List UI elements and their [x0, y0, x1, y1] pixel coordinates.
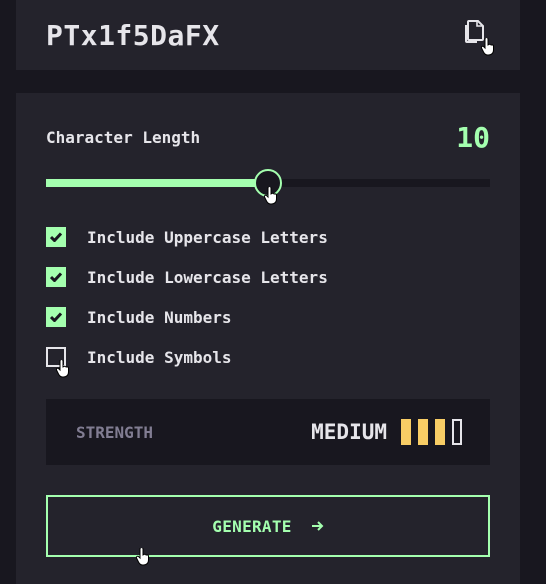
generate-label: GENERATE: [212, 516, 292, 536]
strength-bar: [401, 419, 411, 445]
option-row[interactable]: Include Lowercase Letters: [46, 265, 490, 289]
strength-bars: [401, 419, 462, 445]
slider-thumb[interactable]: [254, 169, 282, 197]
config-panel: Character Length 10 Include Uppercase Le…: [16, 93, 520, 584]
strength-bar: [418, 419, 428, 445]
character-length-label: Character Length: [46, 127, 201, 147]
check-icon: [50, 232, 62, 242]
option-checkbox[interactable]: [46, 307, 66, 327]
copy-icon: [465, 20, 484, 43]
strength-bar: [452, 419, 462, 445]
option-checkbox[interactable]: [46, 347, 66, 367]
strength-label: STRENGTH: [76, 422, 154, 442]
arrow-right-icon: [311, 520, 324, 532]
option-label: Include Lowercase Letters: [87, 267, 328, 287]
strength-indicator: MEDIUM: [311, 419, 462, 445]
length-row: Character Length 10: [46, 117, 490, 157]
strength-bar: [435, 419, 445, 445]
copy-button[interactable]: [462, 20, 488, 50]
strength-meter: STRENGTH MEDIUM: [46, 399, 490, 465]
option-row[interactable]: Include Uppercase Letters: [46, 225, 490, 249]
option-label: Include Symbols: [87, 347, 232, 367]
option-row[interactable]: Include Symbols: [46, 345, 490, 369]
option-label: Include Numbers: [87, 307, 232, 327]
password-text: PTx1f5DaFX: [46, 18, 220, 52]
character-length-value: 10: [456, 120, 490, 154]
options-list: Include Uppercase Letters Include Lowerca…: [46, 225, 490, 385]
slider-fill: [46, 179, 268, 187]
option-label: Include Uppercase Letters: [87, 227, 328, 247]
generate-button[interactable]: GENERATE: [46, 495, 490, 557]
length-slider[interactable]: [46, 169, 490, 197]
check-icon: [50, 272, 62, 282]
option-checkbox[interactable]: [46, 267, 66, 287]
option-checkbox[interactable]: [46, 227, 66, 247]
check-icon: [50, 312, 62, 322]
password-output-panel: PTx1f5DaFX: [16, 0, 520, 70]
password-generator: PTx1f5DaFX Character Length 10 Include U…: [0, 0, 546, 584]
strength-level: MEDIUM: [311, 420, 387, 444]
option-row[interactable]: Include Numbers: [46, 305, 490, 329]
